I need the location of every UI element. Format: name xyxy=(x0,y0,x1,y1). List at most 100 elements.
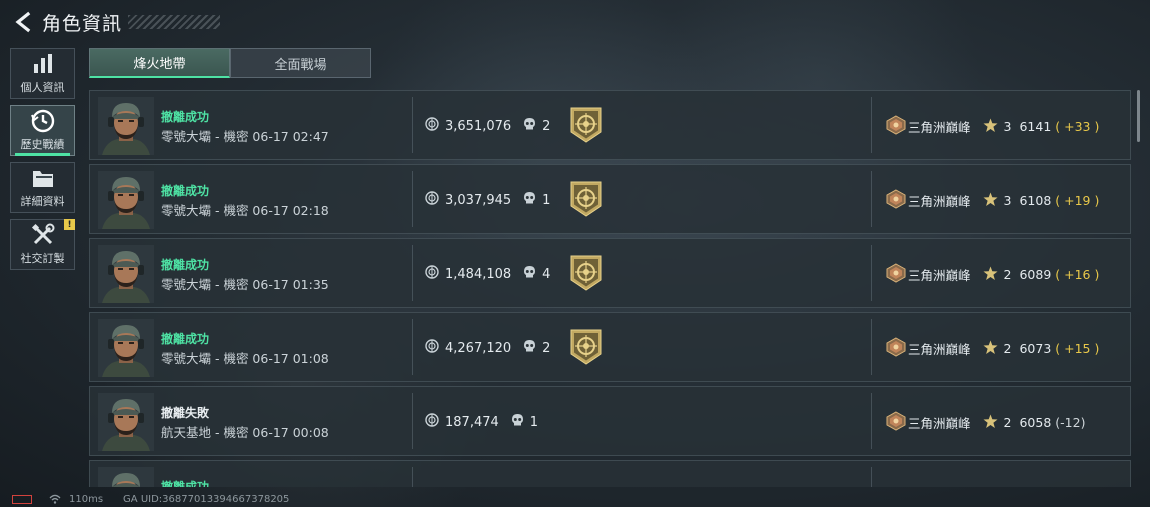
back-button[interactable] xyxy=(10,7,36,37)
row-divider xyxy=(412,319,413,375)
tab-warfare[interactable]: 全面戰場 xyxy=(230,48,371,78)
score-change: ( +33 ) xyxy=(1055,119,1100,134)
rank-name: 三角洲巔峰 xyxy=(908,342,971,357)
rank-name: 三角洲巔峰 xyxy=(908,416,971,431)
score-change: ( +16 ) xyxy=(1055,267,1100,282)
star-icon xyxy=(983,192,998,210)
match-row[interactable]: 撤離成功 xyxy=(89,460,1131,487)
coin-icon xyxy=(425,265,439,283)
loot-value: 1,484,108 xyxy=(445,266,512,282)
status-footer: 110ms GA UID:3687701339466737820​5 xyxy=(0,491,1150,507)
coin-icon xyxy=(425,413,439,431)
loot-value: 3,037,945 xyxy=(445,192,512,208)
operator-avatar xyxy=(98,245,154,303)
map-and-time: 零號大壩 - 機密 06-17 01:08 xyxy=(161,351,329,366)
star-icon xyxy=(983,414,998,432)
extraction-status: 撤離成功 xyxy=(161,184,210,198)
extraction-status: 撤離成功 xyxy=(161,110,210,124)
sidebar-item-details[interactable]: 詳細資料 xyxy=(10,162,75,213)
player-uid: GA UID:3687701339466737820​5 xyxy=(123,493,290,505)
row-divider xyxy=(871,97,872,153)
sidebar-item-profile[interactable]: 個人資訊 xyxy=(10,48,75,99)
match-row[interactable]: 撤離成功 零號大壩 - 機密 06-17 02:47 3,651,076 2 三… xyxy=(89,90,1131,160)
score-change: (-12) xyxy=(1055,415,1086,430)
extraction-status: 撤離失敗 xyxy=(161,406,210,420)
sidebar-item-label: 社交訂製 xyxy=(20,252,65,265)
star-icon xyxy=(983,118,998,136)
rank-score: 6058 xyxy=(1019,415,1052,430)
row-divider xyxy=(412,393,413,449)
row-divider xyxy=(871,171,872,227)
extraction-status: 撤離成功 xyxy=(161,258,210,272)
rank-score: 6141 xyxy=(1019,119,1052,134)
sidebar: 個人資訊 歷史戰績 詳細資料 ! 社交訂製 xyxy=(10,48,75,276)
folder-icon xyxy=(30,166,56,190)
operator-avatar xyxy=(98,171,154,229)
row-divider xyxy=(871,245,872,301)
loot-value-group: 3,037,945 1 xyxy=(425,191,550,209)
match-row[interactable]: 撤離成功 零號大壩 - 機密 06-17 01:08 4,267,120 2 三… xyxy=(89,312,1131,382)
row-divider xyxy=(871,467,872,487)
loot-value-group: 1,484,108 4 xyxy=(425,265,550,283)
sidebar-item-history[interactable]: 歷史戰績 xyxy=(10,105,75,156)
rank-name: 三角洲巔峰 xyxy=(908,194,971,209)
history-clock-icon xyxy=(30,109,56,133)
skull-icon xyxy=(523,265,536,283)
row-divider xyxy=(412,467,413,487)
coin-icon xyxy=(425,339,439,357)
tools-icon xyxy=(30,223,56,247)
match-row[interactable]: 撤離成功 零號大壩 - 機密 06-17 01:35 1,484,108 4 三… xyxy=(89,238,1131,308)
score-change: ( +15 ) xyxy=(1055,341,1100,356)
rank-group: 三角洲巔峰 2 6058 (-12) xyxy=(886,411,1085,434)
medal-icon xyxy=(569,107,603,147)
page-header: 角色資訊 xyxy=(10,6,221,38)
rank-name: 三角洲巔峰 xyxy=(908,268,971,283)
score-change: ( +19 ) xyxy=(1055,193,1100,208)
medal-icon xyxy=(569,181,603,221)
skull-icon xyxy=(523,339,536,357)
kill-count: 2 xyxy=(542,118,551,134)
kill-count: 2 xyxy=(542,340,551,356)
map-and-time: 零號大壩 - 機密 06-17 02:47 xyxy=(161,129,329,144)
sidebar-item-social[interactable]: ! 社交訂製 xyxy=(10,219,75,270)
wifi-icon xyxy=(49,494,61,504)
title-decoration xyxy=(128,15,221,29)
rank-badge-icon xyxy=(886,263,906,286)
row-divider xyxy=(412,97,413,153)
rank-group: 三角洲巔峰 3 6141 ( +33 ) xyxy=(886,115,1099,138)
rank-score: 6073 xyxy=(1019,341,1052,356)
coin-icon xyxy=(425,191,439,209)
rank-score: 6108 xyxy=(1019,193,1052,208)
medal-icon xyxy=(569,329,603,369)
extraction-status: 撤離成功 xyxy=(161,332,210,346)
map-and-time: 航天基地 - 機密 06-17 00:08 xyxy=(161,425,329,440)
ping-value: 110ms xyxy=(69,493,104,505)
match-history-list[interactable]: 撤離成功 零號大壩 - 機密 06-17 02:47 3,651,076 2 三… xyxy=(89,90,1131,487)
sidebar-item-label: 個人資訊 xyxy=(20,81,65,94)
page-title: 角色資訊 xyxy=(42,12,123,35)
sidebar-item-label: 詳細資料 xyxy=(20,195,65,208)
battery-icon xyxy=(12,494,32,504)
map-and-time: 零號大壩 - 機密 06-17 02:18 xyxy=(161,203,329,218)
kill-count: 1 xyxy=(542,192,551,208)
star-count: 2 xyxy=(1003,415,1012,430)
row-divider xyxy=(412,245,413,301)
rank-name: 三角洲巔峰 xyxy=(908,120,971,135)
row-divider xyxy=(412,171,413,227)
operator-avatar xyxy=(98,97,154,155)
mode-tabs: 烽火地帶 全面戰場 xyxy=(89,48,371,78)
list-scrollbar[interactable] xyxy=(1137,90,1140,142)
loot-value: 187,474 xyxy=(445,414,499,430)
match-row[interactable]: 撤離失敗 航天基地 - 機密 06-17 00:08 187,474 1 三角洲… xyxy=(89,386,1131,456)
star-icon xyxy=(983,266,998,284)
skull-icon xyxy=(511,413,524,431)
loot-value: 4,267,120 xyxy=(445,340,512,356)
coin-icon xyxy=(425,117,439,135)
tab-operations[interactable]: 烽火地帶 xyxy=(89,48,230,78)
match-row[interactable]: 撤離成功 零號大壩 - 機密 06-17 02:18 3,037,945 1 三… xyxy=(89,164,1131,234)
notification-badge: ! xyxy=(64,219,75,230)
star-count: 3 xyxy=(1003,193,1012,208)
row-divider xyxy=(871,319,872,375)
extraction-status: 撤離成功 xyxy=(161,480,210,487)
kill-count: 1 xyxy=(529,414,539,430)
